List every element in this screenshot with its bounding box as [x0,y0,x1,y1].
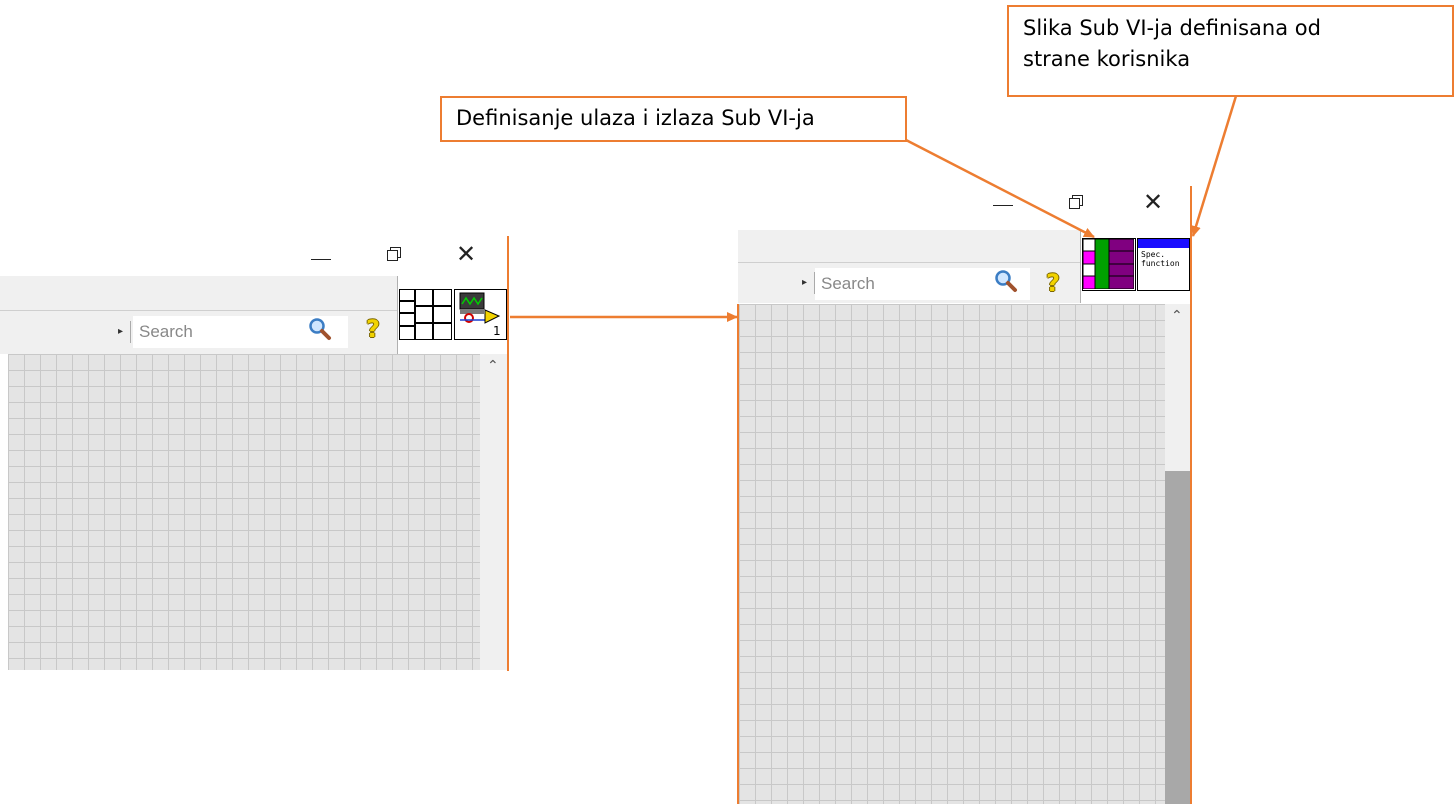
vi-icon-text: Spec. function [1141,250,1180,268]
restore-icon[interactable] [1069,195,1083,209]
scroll-up-icon[interactable]: ⌃ [487,358,499,374]
scroll-up-icon[interactable]: ⌃ [1171,308,1183,324]
right-menubar [738,230,1080,262]
search-placeholder: Search [821,274,875,293]
right-block-diagram[interactable] [739,304,1165,804]
right-vertical-scrollbar[interactable]: ⌃ [1165,304,1190,804]
callout-connector-pane-text: Definisanje ulaza i izlaza Sub VI-ja [456,106,815,130]
close-icon[interactable]: ✕ [1143,190,1163,214]
callout-vi-icon-line2: strane korisnika [1023,47,1191,71]
callout-vi-icon: Slika Sub VI-ja definisana od strane kor… [1007,5,1454,97]
default-vi-graphic: 1 [459,292,501,338]
vi-icon-text-line1: Spec. [1141,250,1166,259]
vi-icon-title-bar [1138,239,1189,248]
connector-pane-icon[interactable] [399,289,452,340]
arrow-to-connector-pane [905,138,1095,239]
scroll-thumb[interactable] [1165,471,1190,804]
connector-pane-icon[interactable] [1082,238,1136,291]
vi-icon[interactable]: Spec. function [1137,238,1190,291]
callout-connector-pane: Definisanje ulaza i izlaza Sub VI-ja [440,96,907,142]
search-dropdown-arrow[interactable]: ▸ [118,326,123,337]
left-vertical-scrollbar[interactable]: ⌃ [480,354,507,670]
arrow-to-vi-icon [1191,95,1238,237]
connector-terminals [1083,239,1134,289]
left-block-diagram[interactable] [8,354,480,670]
search-placeholder: Search [139,322,193,341]
close-icon[interactable]: ✕ [456,242,476,266]
search-icon[interactable] [994,269,1018,293]
search-icon[interactable] [308,317,332,341]
left-menubar [0,276,397,310]
search-dropdown-arrow[interactable]: ▸ [802,277,807,288]
vi-icon-number: 1 [493,324,501,338]
vi-icon[interactable]: 1 [454,289,507,340]
minimize-icon[interactable] [993,205,1013,206]
restore-icon[interactable] [387,247,401,261]
minimize-icon[interactable] [311,259,331,260]
vi-icon-text-line2: function [1141,259,1180,268]
help-icon[interactable]: ? [366,315,380,343]
help-icon[interactable]: ? [1046,269,1060,297]
callout-vi-icon-line1: Slika Sub VI-ja definisana od [1023,16,1321,40]
